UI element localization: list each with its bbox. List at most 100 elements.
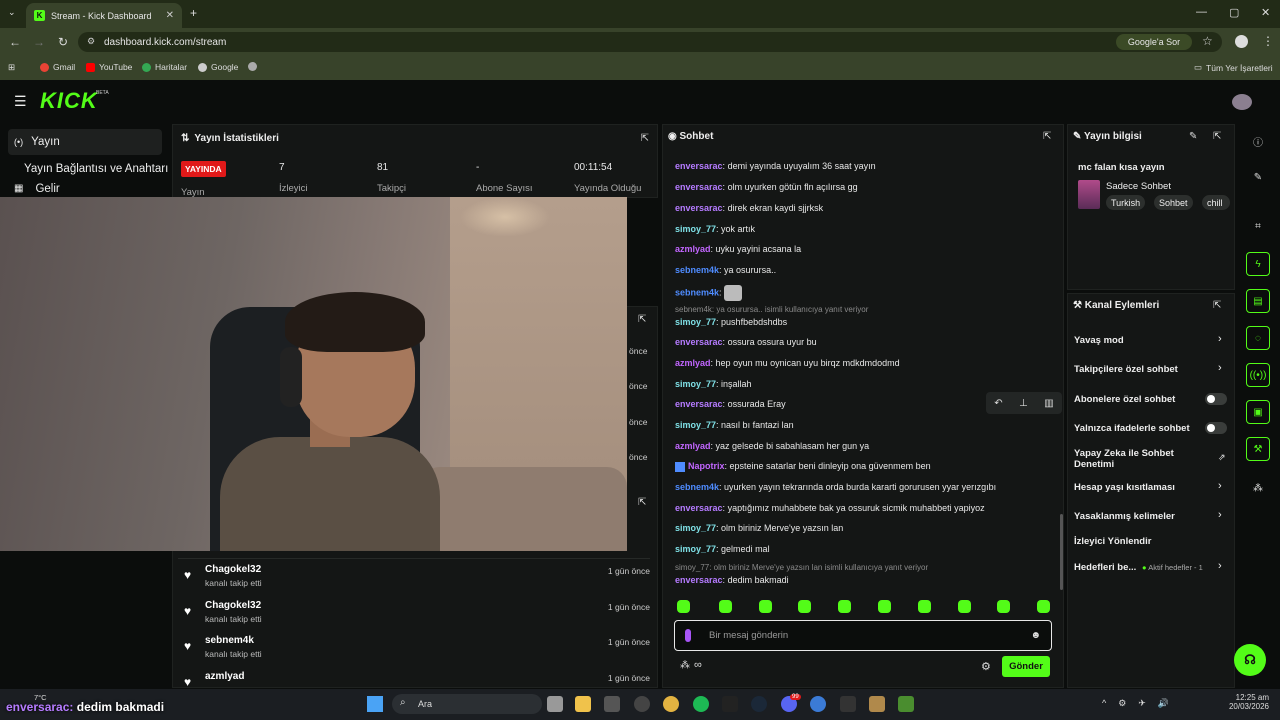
edit-icon[interactable]: ✎ xyxy=(1189,131,1197,142)
chat-scrollbar[interactable] xyxy=(1060,514,1063,590)
chat-username[interactable]: sebnem4k xyxy=(675,482,719,492)
chat-message[interactable]: simoy_77: olm biriniz Merve'ye yazsın la… xyxy=(675,523,843,533)
back-icon[interactable]: ← xyxy=(9,35,21,49)
chat-username[interactable]: simoy_77 xyxy=(675,224,716,234)
tab-search-icon[interactable]: ⌄ xyxy=(8,7,16,18)
windows-start-icon[interactable] xyxy=(367,696,383,712)
share-icon[interactable]: ⁂ xyxy=(1246,476,1270,500)
avatar[interactable] xyxy=(1232,94,1252,110)
chevron-right-icon[interactable]: › xyxy=(1218,333,1222,345)
chat-input[interactable]: Bir mesaj gönderin ☻ xyxy=(674,620,1052,651)
emote-icon[interactable] xyxy=(997,600,1010,613)
chat-message[interactable]: azmlyad: hep oyun mu oynican uyu birqz m… xyxy=(675,358,900,368)
maximize-icon[interactable]: ▢ xyxy=(1229,6,1239,19)
info-expand-icon[interactable]: ⇱ xyxy=(1213,131,1221,142)
profile-icon[interactable] xyxy=(1235,35,1248,48)
chat-bubble-icon[interactable]: ◌ xyxy=(1246,326,1270,350)
pencil-icon[interactable]: ✎ xyxy=(1246,165,1270,189)
close-window-icon[interactable]: ✕ xyxy=(1261,6,1270,19)
chat-username[interactable]: simoy_77 xyxy=(675,544,716,554)
reply-icon[interactable]: ↶ xyxy=(994,398,1002,409)
menu-icon[interactable]: ⋮ xyxy=(1262,34,1274,48)
chat-message[interactable]: enversarac: dedim bakmadi xyxy=(675,575,789,585)
chat-message[interactable]: simoy_77: gelmedi mal xyxy=(675,544,770,554)
emote-icon[interactable] xyxy=(719,600,732,613)
chat-message[interactable]: simoy_77: nasıl bı fantazi lan xyxy=(675,420,794,430)
event-user[interactable]: Chagokel32 xyxy=(205,564,261,575)
sidebar-item-stream-key[interactable]: Yayın Bağlantısı ve Anahtarı xyxy=(18,156,172,182)
url-bar[interactable]: ⚙ dashboard.kick.com/stream xyxy=(78,32,1222,52)
emote-icon[interactable] xyxy=(759,600,772,613)
crop-icon[interactable]: ⌗ xyxy=(1246,214,1270,238)
chat-username[interactable]: simoy_77 xyxy=(675,523,716,533)
chat-expand-icon[interactable]: ⇱ xyxy=(1043,131,1051,142)
banned-words-label[interactable]: Yasaklanmış kelimeler xyxy=(1074,511,1175,522)
close-tab-icon[interactable]: ✕ xyxy=(166,10,174,21)
chat-message[interactable]: sebnem4k: uyurken yayın tekrarında orda … xyxy=(675,482,996,492)
emote-icon[interactable] xyxy=(838,600,851,613)
pin-icon[interactable]: ⊥ xyxy=(1019,398,1028,409)
slow-mode-label[interactable]: Yavaş mod xyxy=(1074,335,1124,346)
file-explorer-icon[interactable] xyxy=(575,696,591,712)
emotes-only-toggle[interactable] xyxy=(1205,422,1227,434)
emote-icon[interactable] xyxy=(798,600,811,613)
stack-icon[interactable]: ▣ xyxy=(1246,400,1270,424)
chat-username[interactable]: enversarac xyxy=(675,161,723,171)
help-button[interactable]: ☊ xyxy=(1234,644,1266,676)
taskbar-search[interactable]: ⌕ Ara xyxy=(392,694,542,714)
app-icon[interactable] xyxy=(840,696,856,712)
ai-moderation-label[interactable]: Yapay Zeka ile Sohbet Denetimi xyxy=(1074,448,1182,470)
chat-message[interactable]: enversarac: ossurada Eray xyxy=(675,399,786,409)
apps-icon[interactable]: ⊞ xyxy=(8,62,15,73)
goals-label[interactable]: Hedefleri be... xyxy=(1074,562,1136,573)
chat-message[interactable]: enversarac: yaptığımız muhabbete bak ya … xyxy=(675,503,985,513)
lightning-icon[interactable]: ϟ xyxy=(1246,252,1270,276)
chevron-right-icon[interactable]: › xyxy=(1218,560,1222,572)
expand-icon[interactable]: ⇱ xyxy=(641,133,649,144)
emote-icon[interactable] xyxy=(1037,600,1050,613)
chat-username[interactable]: enversarac xyxy=(675,575,723,585)
sidebar-item-gelir[interactable]: ▦ Gelir xyxy=(8,183,162,197)
emote-icon[interactable] xyxy=(918,600,931,613)
reload-icon[interactable]: ↻ xyxy=(58,35,68,49)
obs-icon[interactable] xyxy=(634,696,650,712)
google-sor-button[interactable]: Google'a Sor xyxy=(1116,34,1192,50)
chat-username[interactable]: enversarac xyxy=(675,503,723,513)
events-expand-icon[interactable]: ⇱ xyxy=(638,497,646,508)
chat-username[interactable]: sebnem4k xyxy=(675,265,719,275)
chevron-right-icon[interactable]: › xyxy=(1218,362,1222,374)
bookmark-maps[interactable]: Haritalar xyxy=(142,62,187,72)
chat-message[interactable]: enversarac: direk ekran kaydi sjjrksk xyxy=(675,203,823,213)
broadcast-icon[interactable]: ((•)) xyxy=(1246,363,1270,387)
chat-username[interactable]: enversarac xyxy=(675,203,723,213)
bookmark-gmail[interactable]: Gmail xyxy=(40,62,75,72)
subscribers-only-toggle[interactable] xyxy=(1205,393,1227,405)
hamburger-icon[interactable]: ☰ xyxy=(14,93,27,110)
emote-icon[interactable] xyxy=(958,600,971,613)
chat-message[interactable]: simoy_77: inşallah xyxy=(675,379,752,389)
external-link-icon[interactable]: ⇗ xyxy=(1218,452,1226,463)
chat-username[interactable]: azmlyad xyxy=(675,244,711,254)
chat-message[interactable]: enversarac: ossura ossura uyur bu xyxy=(675,337,817,347)
app-icon[interactable] xyxy=(810,696,826,712)
actions-expand-icon[interactable]: ⇱ xyxy=(1213,300,1221,311)
bookmark-star-icon[interactable]: ☆ xyxy=(1202,34,1213,48)
task-view-icon[interactable] xyxy=(547,696,563,712)
kick-logo[interactable]: KICK xyxy=(40,88,98,114)
chat-username[interactable]: simoy_77 xyxy=(675,379,716,389)
steam-icon[interactable] xyxy=(751,696,767,712)
chevron-right-icon[interactable]: › xyxy=(1218,480,1222,492)
spotify-icon[interactable] xyxy=(693,696,709,712)
chat-message[interactable]: simoy_77: yok artık xyxy=(675,224,755,234)
globe-icon[interactable] xyxy=(248,62,257,71)
viewer-redirect-label[interactable]: İzleyici Yönlendir xyxy=(1074,536,1151,547)
chrome-icon[interactable] xyxy=(663,696,679,712)
site-info-icon[interactable]: ⚙ xyxy=(87,36,95,47)
activity-expand-icon[interactable]: ⇱ xyxy=(638,314,646,325)
chevron-right-icon[interactable]: › xyxy=(1218,509,1222,521)
clock[interactable]: 12:25 am 20/03/2026 xyxy=(1227,693,1269,711)
emote-icon[interactable] xyxy=(878,600,891,613)
mic-icon[interactable] xyxy=(685,629,691,642)
bookmark-google[interactable]: Google xyxy=(198,62,238,72)
chat-message[interactable]: sebnem4k: ya osurursa.. xyxy=(675,265,776,275)
